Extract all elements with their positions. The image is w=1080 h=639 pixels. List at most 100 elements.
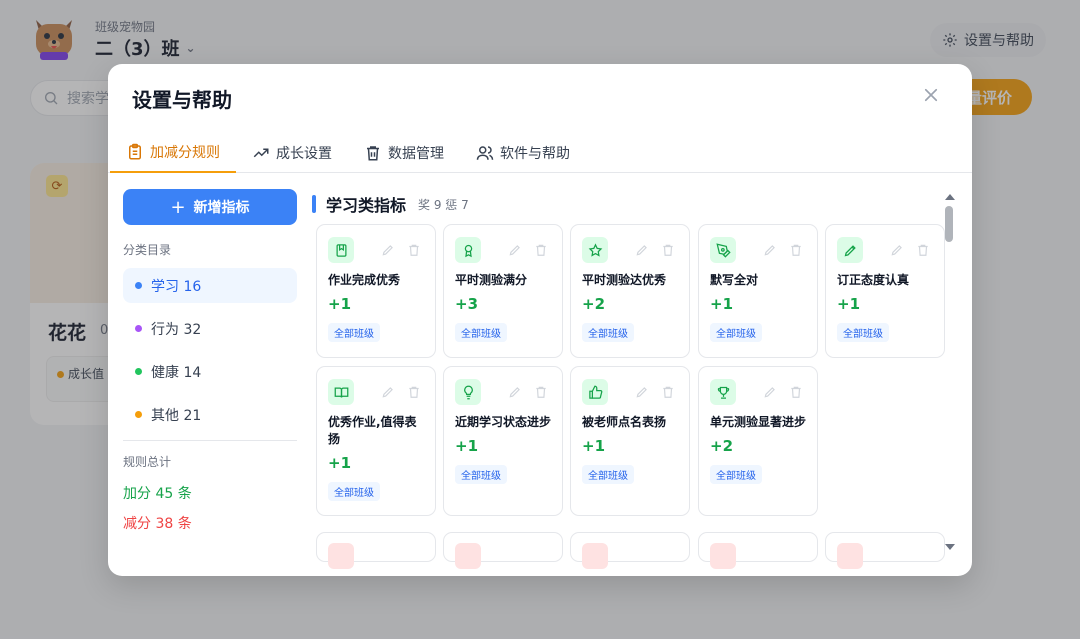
category-dot (135, 325, 142, 332)
category-label: 学习 16 (151, 278, 202, 295)
tab-data-management[interactable]: 数据管理 (348, 132, 460, 173)
category-label: 行为 32 (151, 321, 202, 338)
edit-icon[interactable] (508, 385, 522, 399)
category-dot (135, 368, 142, 375)
group-count: 奖 9 惩 7 (418, 197, 469, 212)
rule-points: +1 (328, 454, 352, 472)
rules-main: 学习类指标 奖 9 惩 7 作业完成优秀 +1 全部班级 平时测验满分 +3 全… (312, 174, 972, 576)
rule-card[interactable]: 优秀作业,值得表扬 +1 全部班级 (316, 366, 436, 516)
edit-icon[interactable] (381, 385, 395, 399)
rule-scope-tag: 全部班级 (582, 465, 634, 484)
rule-card-peek[interactable] (316, 532, 436, 569)
delete-icon[interactable] (789, 385, 803, 399)
rule-scope-tag: 全部班级 (710, 323, 762, 342)
rule-points: +3 (455, 295, 479, 313)
rule-card[interactable]: 单元测验显著进步 +2 全部班级 (698, 366, 818, 516)
rule-name: 平时测验达优秀 (582, 273, 667, 287)
rules-sidebar: + 新增指标 分类目录 学习 16 行为 32 健康 14 其他 21 规则总计… (108, 174, 312, 576)
rule-name: 作业完成优秀 (328, 273, 401, 287)
rule-scope-tag: 全部班级 (455, 465, 507, 484)
penalty-icon (455, 543, 481, 569)
rule-name: 默写全对 (710, 273, 759, 287)
rule-card[interactable]: 默写全对 +1 全部班级 (698, 224, 818, 358)
rule-card-peek[interactable] (570, 532, 690, 569)
close-icon[interactable] (918, 82, 944, 108)
delete-icon[interactable] (534, 385, 548, 399)
rule-points: +1 (837, 295, 861, 313)
rule-scope-tag: 全部班级 (582, 323, 634, 342)
category-item-other[interactable]: 其他 21 (123, 397, 297, 432)
scroll-thumb[interactable] (945, 206, 953, 242)
category-dot (135, 282, 142, 289)
plus-stat: 加分 45 条 (123, 486, 192, 502)
rule-points: +2 (710, 437, 734, 455)
delete-icon[interactable] (534, 243, 548, 257)
pen-tool-icon (710, 237, 736, 263)
category-title: 分类目录 (123, 243, 172, 257)
modal-title: 设置与帮助 (132, 88, 232, 112)
rule-card-peek[interactable] (443, 532, 563, 569)
minus-stat: 减分 38 条 (123, 516, 192, 532)
rule-name: 优秀作业,值得表扬 (328, 415, 417, 446)
edit-icon[interactable] (381, 243, 395, 257)
category-label: 其他 21 (151, 407, 202, 424)
rule-card[interactable]: 订正态度认真 +1 全部班级 (825, 224, 945, 358)
rule-card[interactable]: 作业完成优秀 +1 全部班级 (316, 224, 436, 358)
add-indicator-label: 新增指标 (193, 200, 250, 216)
rule-card-peek[interactable] (825, 532, 945, 569)
rule-card[interactable]: 近期学习状态进步 +1 全部班级 (443, 366, 563, 516)
plus-icon: + (170, 196, 186, 218)
sidebar-divider (123, 440, 297, 441)
rule-card[interactable]: 平时测验达优秀 +2 全部班级 (570, 224, 690, 358)
tab-label: 成长设置 (276, 145, 332, 162)
add-indicator-button[interactable]: + 新增指标 (123, 189, 297, 225)
book-icon (328, 237, 354, 263)
edit-icon[interactable] (508, 243, 522, 257)
category-label: 健康 14 (151, 364, 202, 381)
rule-card[interactable]: 平时测验满分 +3 全部班级 (443, 224, 563, 358)
modal-tabs: 加减分规则 成长设置 数据管理 软件与帮助 (108, 132, 972, 173)
delete-icon[interactable] (407, 243, 421, 257)
penalty-icon (710, 543, 736, 569)
delete-icon[interactable] (661, 385, 675, 399)
edit-icon[interactable] (635, 243, 649, 257)
rule-name: 订正态度认真 (837, 273, 910, 287)
thumbs-up-icon (582, 379, 608, 405)
category-dot (135, 411, 142, 418)
tab-software-help[interactable]: 软件与帮助 (460, 132, 586, 173)
pencil-icon (837, 237, 863, 263)
penalty-icon (582, 543, 608, 569)
rule-scope-tag: 全部班级 (328, 323, 380, 342)
delete-icon[interactable] (916, 243, 930, 257)
delete-icon[interactable] (407, 385, 421, 399)
group-title: 学习类指标 (326, 196, 407, 215)
award-icon (455, 237, 481, 263)
users-icon (476, 145, 494, 160)
scroll-up-icon[interactable] (945, 194, 955, 200)
group-header: 学习类指标 奖 9 惩 7 (312, 192, 469, 216)
category-item-health[interactable]: 健康 14 (123, 354, 297, 389)
scroll-down-icon[interactable] (945, 544, 955, 550)
delete-icon[interactable] (789, 243, 803, 257)
rule-scope-tag: 全部班级 (837, 323, 889, 342)
category-item-study[interactable]: 学习 16 (123, 268, 297, 303)
rule-scope-tag: 全部班级 (328, 482, 380, 501)
rule-name: 近期学习状态进步 (455, 415, 552, 429)
settings-modal: 设置与帮助 加减分规则 成长设置 数据管理 软件与帮助 + 新增指标 分类目录 (108, 64, 972, 576)
tab-score-rules[interactable]: 加减分规则 (110, 132, 236, 173)
stats-title: 规则总计 (123, 455, 172, 469)
rule-card[interactable]: 被老师点名表扬 +1 全部班级 (570, 366, 690, 516)
edit-icon[interactable] (635, 385, 649, 399)
tab-growth-settings[interactable]: 成长设置 (236, 132, 348, 173)
category-item-behavior[interactable]: 行为 32 (123, 311, 297, 346)
penalty-icon (328, 543, 354, 569)
scrollbar[interactable] (944, 186, 956, 558)
rule-points: +1 (582, 437, 606, 455)
delete-icon[interactable] (661, 243, 675, 257)
rule-scope-tag: 全部班级 (710, 465, 762, 484)
edit-icon[interactable] (763, 243, 777, 257)
edit-icon[interactable] (763, 385, 777, 399)
trophy-icon (710, 379, 736, 405)
edit-icon[interactable] (890, 243, 904, 257)
rule-card-peek[interactable] (698, 532, 818, 569)
